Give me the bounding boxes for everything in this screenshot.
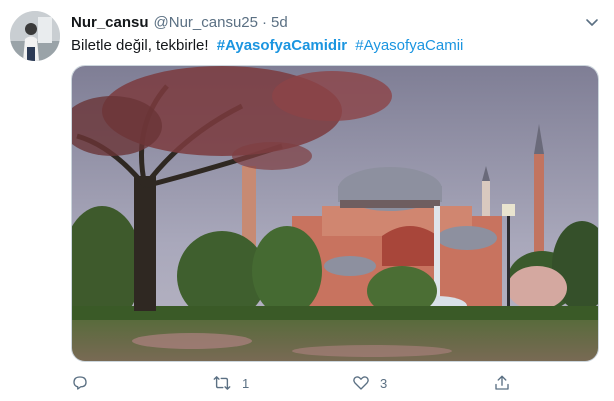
separator-dot: ·: [261, 13, 267, 31]
tweet-header: Nur_cansu @Nur_cansu25 · 5d: [71, 13, 288, 31]
hashtag-link[interactable]: #AyasofyaCamii: [355, 37, 463, 54]
share-icon: [493, 374, 511, 392]
reply-icon: [71, 374, 89, 392]
retweet-count: 1: [242, 375, 250, 391]
hashtag-link[interactable]: #AyasofyaCamidir: [217, 37, 347, 54]
heart-icon: [352, 374, 370, 392]
tweet-actions: 1 3: [71, 372, 531, 394]
chevron-down-icon[interactable]: [580, 10, 604, 34]
display-name[interactable]: Nur_cansu: [71, 14, 149, 31]
retweet-button[interactable]: 1: [212, 372, 249, 394]
tweet-card[interactable]: Nur_cansu @Nur_cansu25 · 5d Biletle deği…: [0, 0, 614, 401]
like-count: 3: [380, 375, 388, 391]
tweet-photo[interactable]: [71, 65, 599, 362]
timestamp[interactable]: 5d: [271, 14, 288, 31]
like-button[interactable]: 3: [352, 372, 387, 394]
avatar[interactable]: [10, 11, 60, 61]
share-button[interactable]: [493, 372, 511, 394]
retweet-icon: [212, 374, 232, 392]
tweet-text: Biletle değil, tekbirle! #AyasofyaCamidi…: [71, 36, 463, 56]
reply-button[interactable]: [71, 372, 89, 394]
user-handle[interactable]: @Nur_cansu25: [154, 14, 258, 31]
tweet-text-plain: Biletle değil, tekbirle!: [71, 37, 209, 54]
